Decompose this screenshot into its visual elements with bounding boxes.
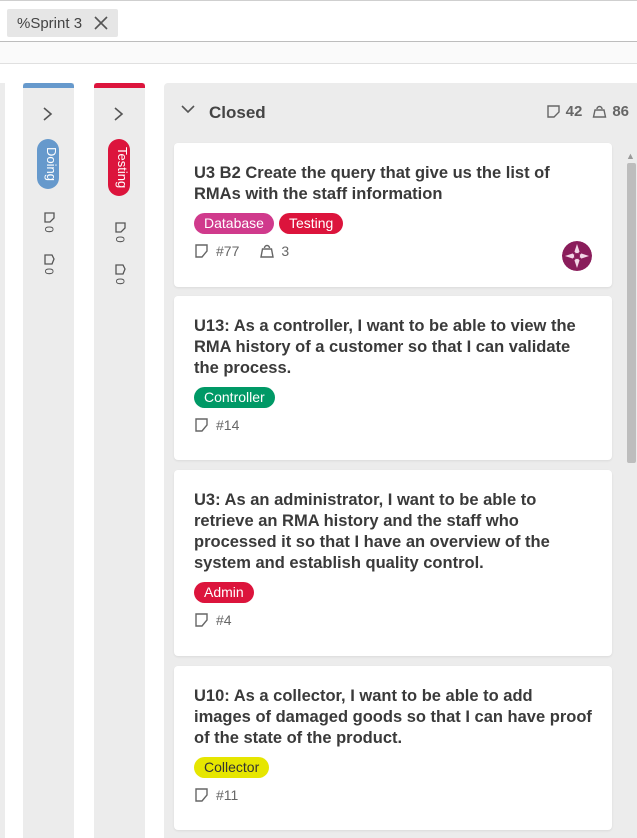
chevron-down-icon[interactable] — [180, 101, 196, 117]
tag-admin[interactable]: Admin — [194, 582, 254, 603]
weight-icon — [259, 243, 275, 259]
issue-number: #77 — [216, 243, 240, 259]
column-stats: 42 86 — [542, 103, 629, 120]
story-points-icon — [114, 263, 127, 276]
issue-icon — [194, 787, 210, 803]
card-title[interactable]: U3: As an administrator, I want to be ab… — [194, 490, 592, 574]
tag-database[interactable]: Database — [194, 213, 274, 234]
column-color-bar — [23, 83, 74, 88]
column-color-bar — [94, 83, 145, 88]
story-points-icon — [43, 253, 56, 266]
tag-testing[interactable]: Testing — [278, 213, 344, 234]
card-title[interactable]: U10: As a collector, I want to be able t… — [194, 686, 592, 749]
issue-icon — [194, 612, 210, 628]
issue-weight: 3 — [281, 243, 290, 259]
points-total: 42 — [565, 103, 583, 120]
column-header-closed: Closed 42 86 — [164, 83, 637, 143]
close-icon[interactable] — [94, 16, 108, 30]
chevron-right-icon[interactable] — [23, 105, 74, 123]
filter-chip-label: %Sprint 3 — [17, 14, 83, 32]
card-tags: Admin — [194, 582, 592, 603]
filter-sub-bar — [0, 42, 637, 64]
weight-icon — [43, 211, 56, 224]
column-closed: Closed 42 86 ▲ U3 B2 Create the query th… — [164, 83, 637, 838]
weight-icon — [592, 104, 607, 119]
column-stat-points: 0 — [39, 211, 59, 233]
filter-chip-sprint[interactable]: %Sprint 3 — [7, 9, 119, 37]
column-label-doing: Doing — [37, 139, 59, 189]
column-edge — [0, 83, 5, 838]
column-stat-weight: 0 — [39, 253, 59, 275]
issue-card[interactable]: U3 B2 Create the query that give us the … — [174, 143, 612, 287]
issue-number: #14 — [216, 417, 240, 433]
card-title[interactable]: U3 B2 Create the query that give us the … — [194, 163, 592, 205]
column-doing[interactable]: Doing 0 0 — [23, 83, 74, 838]
issue-card[interactable]: U13: As a controller, I want to be able … — [174, 296, 612, 460]
weight-total: 86 — [612, 103, 629, 120]
weight-icon — [114, 221, 127, 234]
column-stat-points: 0 — [110, 221, 130, 243]
issue-card[interactable]: U10: As a collector, I want to be able t… — [174, 666, 612, 830]
card-tags: Database Testing — [194, 213, 592, 234]
column-testing[interactable]: Testing 0 0 — [94, 83, 145, 838]
note-icon — [546, 104, 561, 119]
issue-icon — [194, 243, 210, 259]
column-title: Closed — [209, 103, 266, 122]
issue-card[interactable]: U3: As an administrator, I want to be ab… — [174, 470, 612, 656]
scrollbar-thumb[interactable] — [627, 163, 636, 463]
column-label-testing: Testing — [108, 139, 130, 197]
card-tags: Collector — [194, 757, 592, 778]
scroll-up-icon[interactable]: ▲ — [626, 151, 635, 161]
kanban-board: Doing 0 0 Testing 0 0 Closed 42 86 ▲ U3 … — [0, 64, 637, 838]
column-stat-weight: 0 — [110, 263, 130, 285]
scrollbar[interactable]: ▲ — [624, 151, 637, 838]
issue-number: #11 — [216, 787, 239, 803]
issue-icon — [194, 417, 210, 433]
card-meta: #14 — [194, 417, 592, 433]
issue-number: #4 — [216, 612, 232, 628]
tag-collector[interactable]: Collector — [194, 757, 270, 778]
card-title[interactable]: U13: As a controller, I want to be able … — [194, 316, 592, 379]
avatar[interactable] — [562, 241, 592, 271]
card-tags: Controller — [194, 387, 592, 408]
card-meta: #77 3 — [194, 243, 592, 259]
tag-controller[interactable]: Controller — [194, 387, 275, 408]
card-meta: #4 — [194, 612, 592, 628]
filter-bar: %Sprint 3 — [0, 0, 637, 42]
chevron-right-icon[interactable] — [94, 105, 145, 123]
card-meta: #11 — [194, 787, 592, 803]
